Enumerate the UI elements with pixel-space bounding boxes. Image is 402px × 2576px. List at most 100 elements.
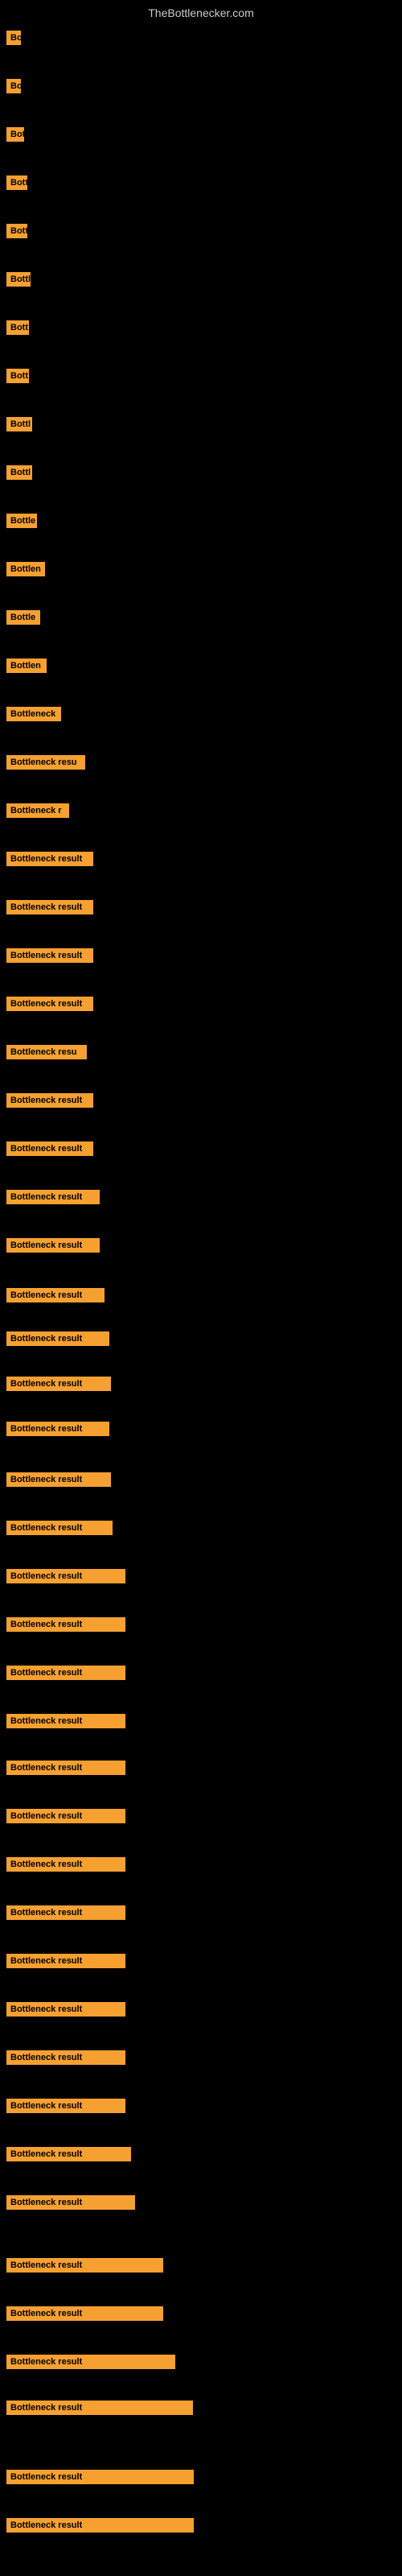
list-item: Bottleneck result [0,1464,402,1495]
bottleneck-label: Bo [6,31,21,45]
bottleneck-label: Bottle [6,610,40,625]
list-item: Bottleneck result [0,1706,402,1736]
bottleneck-label: Bott [6,369,29,383]
list-item: Bottleneck result [0,1849,402,1880]
bottleneck-label: Bottleneck result [6,2099,125,2113]
list-item: Bottleneck result [0,2462,402,2492]
bottleneck-label: Bot [6,127,24,142]
bottleneck-label: Bottleneck result [6,1141,93,1156]
bottleneck-label: Bottleneck resu [6,755,85,770]
list-item: Bott [0,312,402,343]
list-item: Bottleneck result [0,989,402,1019]
bottleneck-label: Bottleneck result [6,1521,113,1535]
bottleneck-label: Bott [6,224,27,238]
bottleneck-label: Bo [6,79,21,93]
bottleneck-label: Bottleneck r [6,803,69,818]
bottleneck-label: Bottleneck result [6,1905,125,1920]
bottleneck-label: Bottleneck result [6,1288,105,1302]
bottleneck-label: Bottleneck result [6,948,93,963]
bottleneck-label: Bottl [6,465,32,480]
list-item: Bottleneck result [0,1897,402,1928]
bottleneck-label: Bottleneck result [6,997,93,1011]
list-item: Bottleneck result [0,2298,402,2329]
list-item: Bottleneck result [0,2139,402,2169]
list-item: Bottleneck result [0,940,402,971]
bottleneck-label: Bottleneck result [6,2401,193,2415]
bottleneck-label: Bottleneck result [6,1714,125,1728]
list-item: Bott [0,361,402,391]
bottleneck-label: Bottleneck result [6,2470,194,2484]
bottleneck-label: Bottlen [6,658,47,673]
bottleneck-label: Bottleneck result [6,2306,163,2321]
list-item: Bottleneck result [0,1230,402,1261]
bottleneck-label: Bottleneck resu [6,1045,87,1059]
bottleneck-label: Bottleneck result [6,1377,111,1391]
list-item: Bottleneck result [0,1085,402,1116]
list-item: Bottleneck result [0,1414,402,1444]
list-item: Bottleneck result [0,892,402,923]
list-item: Bottleneck result [0,1561,402,1591]
bottleneck-label: Bottleneck result [6,2050,125,2065]
list-item: Bottleneck result [0,1133,402,1164]
bottleneck-label: Bottleneck result [6,2002,125,2017]
bottleneck-label: Bottleneck result [6,1857,125,1872]
bottleneck-label: Bott [6,320,29,335]
list-item: Bottleneck result [0,2091,402,2121]
bottleneck-label: Bottleneck result [6,1617,125,1632]
list-item: Bottleneck result [0,1368,402,1399]
list-item: Bo [0,23,402,53]
bottleneck-label: Bottleneck result [6,1954,125,1968]
list-item: Bo [0,71,402,101]
list-item: Bottleneck result [0,2510,402,2541]
list-item: Bottleneck result [0,2250,402,2281]
bottleneck-label: Bottleneck result [6,2195,135,2210]
list-item: Bottleneck result [0,2347,402,2377]
list-item: Bottleneck result [0,1280,402,1311]
list-item: Bot [0,119,402,150]
bottleneck-label: Bottleneck result [6,1761,125,1775]
bottleneck-label: Bottleneck result [6,1331,109,1346]
list-item: Bottl [0,409,402,440]
list-item: Bottleneck result [0,1609,402,1640]
bottleneck-label: Bott [6,175,27,190]
list-item: Bottlen [0,650,402,681]
list-item: Bottl [0,264,402,295]
bottleneck-label: Bottle [6,514,37,528]
list-item: Bottleneck result [0,1752,402,1783]
bottleneck-label: Bottlen [6,562,45,576]
list-item: Bottle [0,602,402,633]
bottleneck-label: Bottleneck result [6,1569,125,1583]
list-item: Bottleneck resu [0,1037,402,1067]
list-item: Bottleneck result [0,1946,402,1976]
list-item: Bottlen [0,554,402,584]
list-item: Bottleneck result [0,1994,402,2025]
bottleneck-label: Bottleneck result [6,1093,93,1108]
bottleneck-label: Bottleneck result [6,2147,131,2161]
list-item: Bottleneck result [0,2042,402,2073]
list-item: Bottleneck result [0,1323,402,1354]
bottleneck-label: Bottleneck result [6,1238,100,1253]
bottleneck-label: Bottleneck result [6,1666,125,1680]
bottleneck-label: Bottleneck result [6,2518,194,2533]
bottleneck-label: Bottleneck result [6,1190,100,1204]
list-item: Bottleneck resu [0,747,402,778]
bottleneck-label: Bottleneck result [6,1422,109,1436]
list-item: Bottleneck result [0,2187,402,2218]
list-item: Bottleneck result [0,1801,402,1831]
bottleneck-label: Bottleneck result [6,2258,163,2273]
bottleneck-label: Bottleneck result [6,1472,111,1487]
list-item: Bottl [0,457,402,488]
list-item: Bottleneck [0,699,402,729]
list-item: Bottleneck r [0,795,402,826]
list-item: Bottleneck result [0,1513,402,1543]
bottleneck-label: Bottleneck result [6,2355,175,2369]
list-item: Bott [0,216,402,246]
bottleneck-label: Bottleneck result [6,852,93,866]
list-item: Bottleneck result [0,844,402,874]
list-item: Bottleneck result [0,1182,402,1212]
list-item: Bott [0,167,402,198]
site-title: TheBottlenecker.com [0,0,402,23]
list-item: Bottleneck result [0,2392,402,2423]
bottleneck-label: Bottleneck result [6,900,93,914]
bottleneck-label: Bottl [6,272,31,287]
